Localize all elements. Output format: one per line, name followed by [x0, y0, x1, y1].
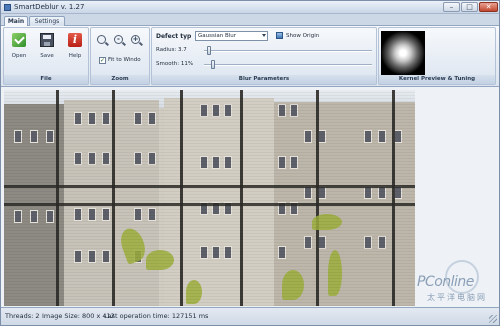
zoom-out-icon[interactable]: -	[114, 35, 126, 47]
defect-type-label: Defect typ	[156, 33, 192, 40]
smooth-label: Smooth: 11%	[156, 61, 194, 67]
zoom-group: - + ✓ Fit to Windo Zoom	[90, 27, 150, 85]
radius-slider[interactable]	[204, 46, 372, 55]
photo-preview[interactable]	[4, 90, 415, 306]
zoom-handle	[105, 41, 109, 46]
image-canvas[interactable]: PConline 太平洋电脑网	[1, 87, 499, 308]
help-label: Help	[68, 53, 82, 59]
zoom-in-icon[interactable]: +	[131, 35, 143, 47]
tab-strip: Main Settings	[1, 14, 499, 26]
show-origin-label[interactable]: Show Origin	[286, 33, 319, 39]
show-origin-icon[interactable]	[276, 32, 283, 39]
tab-settings[interactable]: Settings	[29, 16, 65, 26]
operation-time-status: Last operation time: 127151 ms	[104, 312, 209, 320]
file-group-caption: File	[4, 75, 88, 84]
kernel-group: Kernel Preview & Tuning	[378, 27, 496, 85]
blur-group-caption: Blur Parameters	[152, 75, 376, 84]
chevron-down-icon	[262, 34, 266, 37]
defect-type-value: Gaussian Blur	[198, 33, 237, 39]
resize-grip[interactable]	[489, 315, 497, 323]
status-bar: Threads: 2 Image Size: 800 x 412 Last op…	[1, 308, 499, 325]
radius-slider-thumb[interactable]	[207, 46, 211, 55]
threads-status: Threads: 2	[5, 312, 40, 320]
open-button[interactable]: Open	[8, 31, 30, 65]
zoom-icon[interactable]	[97, 35, 109, 47]
radius-label: Radius: 3.7	[156, 47, 187, 53]
fit-to-window-label: Fit to Windo	[108, 57, 141, 63]
minimize-button[interactable]: –	[443, 2, 460, 12]
help-button[interactable]: i Help	[64, 31, 86, 65]
open-icon	[12, 33, 26, 47]
kernel-preview[interactable]	[381, 31, 425, 75]
title-bar: SmartDeblur v. 1.27 – □ ✕	[1, 1, 499, 14]
zoom-in-handle	[139, 41, 143, 46]
maximize-button[interactable]: □	[461, 2, 478, 12]
app-window: SmartDeblur v. 1.27 – □ ✕ Main Settings …	[0, 0, 500, 326]
watermark-subtitle: 太平洋电脑网	[427, 293, 487, 302]
defect-type-select[interactable]: Gaussian Blur	[195, 31, 268, 41]
zoom-out-handle	[122, 41, 126, 46]
app-icon	[4, 4, 11, 11]
kernel-group-caption: Kernel Preview & Tuning	[379, 75, 495, 84]
open-label: Open	[11, 53, 27, 59]
kernel-blob	[381, 31, 425, 75]
watermark-brand: PConline	[417, 274, 474, 290]
tab-main[interactable]: Main	[4, 16, 28, 26]
watermark-logo: PConline 太平洋电脑网	[417, 260, 497, 304]
scanline-overlay	[4, 90, 415, 306]
save-icon	[40, 33, 54, 47]
blur-parameters-group: Defect typ Gaussian Blur Show Origin Rad…	[151, 27, 377, 85]
help-icon: i	[68, 33, 82, 47]
smooth-slider-thumb[interactable]	[211, 60, 215, 69]
save-label: Save	[40, 53, 54, 59]
save-button[interactable]: Save	[36, 31, 58, 65]
window-title: SmartDeblur v. 1.27	[14, 3, 85, 11]
ribbon: Open Save i Help File - + ✓ Fit to Windo…	[1, 26, 499, 87]
close-button[interactable]: ✕	[479, 2, 498, 12]
zoom-group-caption: Zoom	[91, 75, 149, 84]
fit-to-window-checkbox[interactable]: ✓	[99, 57, 106, 64]
smooth-slider[interactable]	[204, 60, 372, 69]
file-group: Open Save i Help File	[3, 27, 89, 85]
